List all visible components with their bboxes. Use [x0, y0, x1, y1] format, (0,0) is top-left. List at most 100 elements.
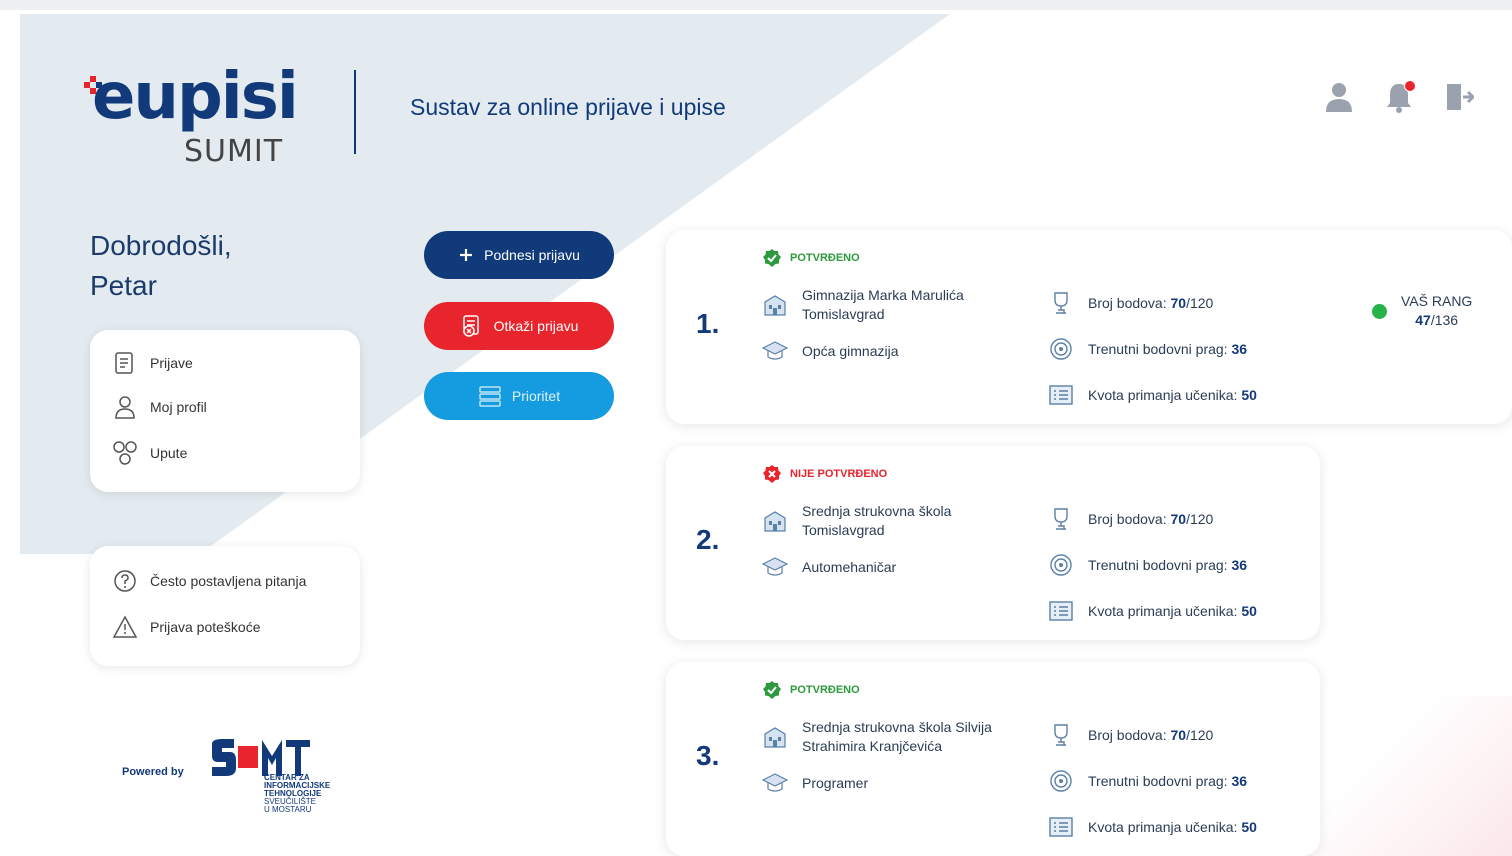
- target-icon: [1050, 554, 1072, 576]
- header-divider: [354, 70, 356, 154]
- quota-value: 50: [1241, 819, 1257, 835]
- school-name: Srednja strukovna škola Tomislavgrad: [802, 503, 952, 538]
- school-building-icon: [764, 727, 786, 748]
- points-label: Broj bodova:: [1088, 727, 1167, 743]
- trophy-icon: [1054, 292, 1068, 314]
- quota-info: Kvota primanja učenika: 50: [1048, 382, 1257, 408]
- application-priority: 3.: [696, 740, 720, 771]
- cancel-application-button[interactable]: Otkaži prijavu: [424, 302, 614, 350]
- school-building-icon: [764, 511, 786, 532]
- priority-button[interactable]: Prioritet: [424, 372, 614, 420]
- quota-label: Kvota primanja učenika:: [1088, 387, 1238, 403]
- application-card[interactable]: 2. NIJE POTVRĐENO Srednja strukovna škol…: [666, 446, 1320, 640]
- rank-text: VAŠ RANG 47/136: [1401, 292, 1472, 330]
- graduation-cap-icon: [762, 773, 788, 792]
- priority-list-icon: [479, 386, 501, 407]
- threshold-value: 36: [1231, 557, 1248, 573]
- nav-item-report-issue[interactable]: Prijava poteškoće: [112, 614, 261, 640]
- nav-item-label: Upute: [150, 445, 188, 461]
- school-name: Srednja strukovna škola Silvija Strahimir…: [802, 719, 992, 754]
- application-priority: 2.: [696, 524, 720, 555]
- notifications-button[interactable]: [1384, 80, 1416, 114]
- notification-badge: [1404, 80, 1416, 92]
- quota-value: 50: [1241, 387, 1257, 403]
- rank-status-dot: [1372, 303, 1387, 319]
- list-board-icon: [1049, 601, 1073, 621]
- threshold-value: 36: [1231, 341, 1248, 357]
- status-text: NIJE POTVRĐENO: [790, 468, 888, 480]
- status-badge: POTVRĐENO: [762, 248, 860, 268]
- application-priority: 1.: [696, 308, 720, 339]
- submit-application-button[interactable]: Podnesi prijavu: [424, 231, 614, 279]
- logo-subtext: SUMIT: [184, 134, 284, 169]
- nav-item-applications[interactable]: Prijave: [112, 350, 193, 376]
- list-board-icon: [1049, 817, 1073, 837]
- user-icon: [115, 396, 135, 419]
- welcome-message: Dobrodošli, Petar: [90, 226, 232, 306]
- quota-info: Kvota primanja učenika: 50: [1048, 814, 1257, 840]
- school-info: Srednja strukovna škola Silvija Strahimir…: [762, 718, 1012, 756]
- graduation-cap-icon: [762, 341, 788, 360]
- threshold-label: Trenutni bodovni prag:: [1088, 341, 1228, 357]
- target-icon: [1050, 338, 1072, 360]
- rank-total: /136: [1430, 312, 1459, 328]
- program-info: Programer: [762, 770, 868, 796]
- document-icon: [115, 352, 133, 374]
- trophy-icon: [1054, 724, 1068, 746]
- button-label: Otkaži prijavu: [493, 318, 579, 334]
- program-info: Automehaničar: [762, 554, 896, 580]
- application-card[interactable]: 1. POTVRĐENO Gimnazija Marka Marulića Tom…: [666, 230, 1512, 424]
- program-name: Programer: [802, 775, 869, 791]
- threshold-label: Trenutni bodovni prag:: [1088, 773, 1228, 789]
- threshold-label: Trenutni bodovni prag:: [1088, 557, 1228, 573]
- nav-item-label: Prijave: [150, 355, 193, 371]
- points-label: Broj bodova:: [1088, 295, 1167, 311]
- points-max: /120: [1186, 511, 1214, 527]
- profile-button[interactable]: [1324, 80, 1354, 114]
- logo-text: eupisi: [92, 60, 299, 134]
- nav-item-label: Često postavljena pitanja: [150, 573, 307, 589]
- school-building-icon: [764, 295, 786, 316]
- points-label: Broj bodova:: [1088, 511, 1167, 527]
- quota-info: Kvota primanja učenika: 50: [1048, 598, 1257, 624]
- plus-icon: [460, 249, 473, 261]
- logout-button[interactable]: [1444, 80, 1474, 114]
- points-value: 70: [1170, 727, 1187, 743]
- logout-icon: [1447, 84, 1474, 110]
- list-board-icon: [1049, 385, 1073, 405]
- threshold-info: Trenutni bodovni prag: 36: [1048, 336, 1247, 362]
- points-max: /120: [1186, 727, 1214, 743]
- threshold-info: Trenutni bodovni prag: 36: [1048, 768, 1247, 794]
- nav-item-instructions[interactable]: Upute: [112, 440, 187, 466]
- navigation-card: Prijave Moj profil Upute: [90, 330, 360, 492]
- help-card: Često postavljena pitanja Prijava potešk…: [90, 546, 360, 666]
- rank-info: VAŠ RANG 47/136: [1372, 292, 1472, 330]
- status-text: POTVRĐENO: [790, 684, 860, 696]
- school-name: Gimnazija Marka Marulića Tomislavgrad: [802, 287, 964, 322]
- program-info: Opća gimnazija: [762, 338, 899, 364]
- page: eupisi SUMIT Sustav za online prijave i …: [0, 0, 1512, 856]
- check-badge-icon: [763, 681, 781, 699]
- eupisi-logo[interactable]: eupisi SUMIT: [84, 60, 304, 174]
- quota-label: Kvota primanja učenika:: [1088, 819, 1238, 835]
- status-text: POTVRĐENO: [790, 252, 860, 264]
- nav-item-label: Prijava poteškoće: [150, 619, 261, 635]
- nav-item-faq[interactable]: Često postavljena pitanja: [112, 568, 306, 594]
- cit-logo-text: CENTAR ZA INFORMACIJSKE TEHNOLOGIJE SVEU…: [264, 773, 331, 814]
- button-label: Prioritet: [511, 388, 561, 404]
- rank-label: VAŠ RANG: [1401, 293, 1473, 309]
- button-label: Podnesi prijavu: [484, 247, 580, 263]
- school-info: Srednja strukovna škola Tomislavgrad: [762, 502, 1012, 540]
- header-actions: [1324, 80, 1474, 114]
- cit-logo[interactable]: CENTAR ZA INFORMACIJSKE TEHNOLOGIJE SVEU…: [210, 738, 340, 818]
- nav-item-label: Moj profil: [150, 399, 207, 415]
- graduation-cap-icon: [762, 557, 788, 576]
- program-name: Opća gimnazija: [802, 343, 899, 359]
- user-icon: [1326, 83, 1352, 112]
- target-icon: [1050, 770, 1072, 792]
- check-badge-icon: [763, 249, 781, 267]
- application-card[interactable]: 3. POTVRĐENO Srednja strukovna škola Sil…: [666, 662, 1320, 856]
- points-value: 70: [1170, 511, 1187, 527]
- rank-value: 47: [1415, 312, 1431, 328]
- nav-item-profile[interactable]: Moj profil: [112, 394, 207, 420]
